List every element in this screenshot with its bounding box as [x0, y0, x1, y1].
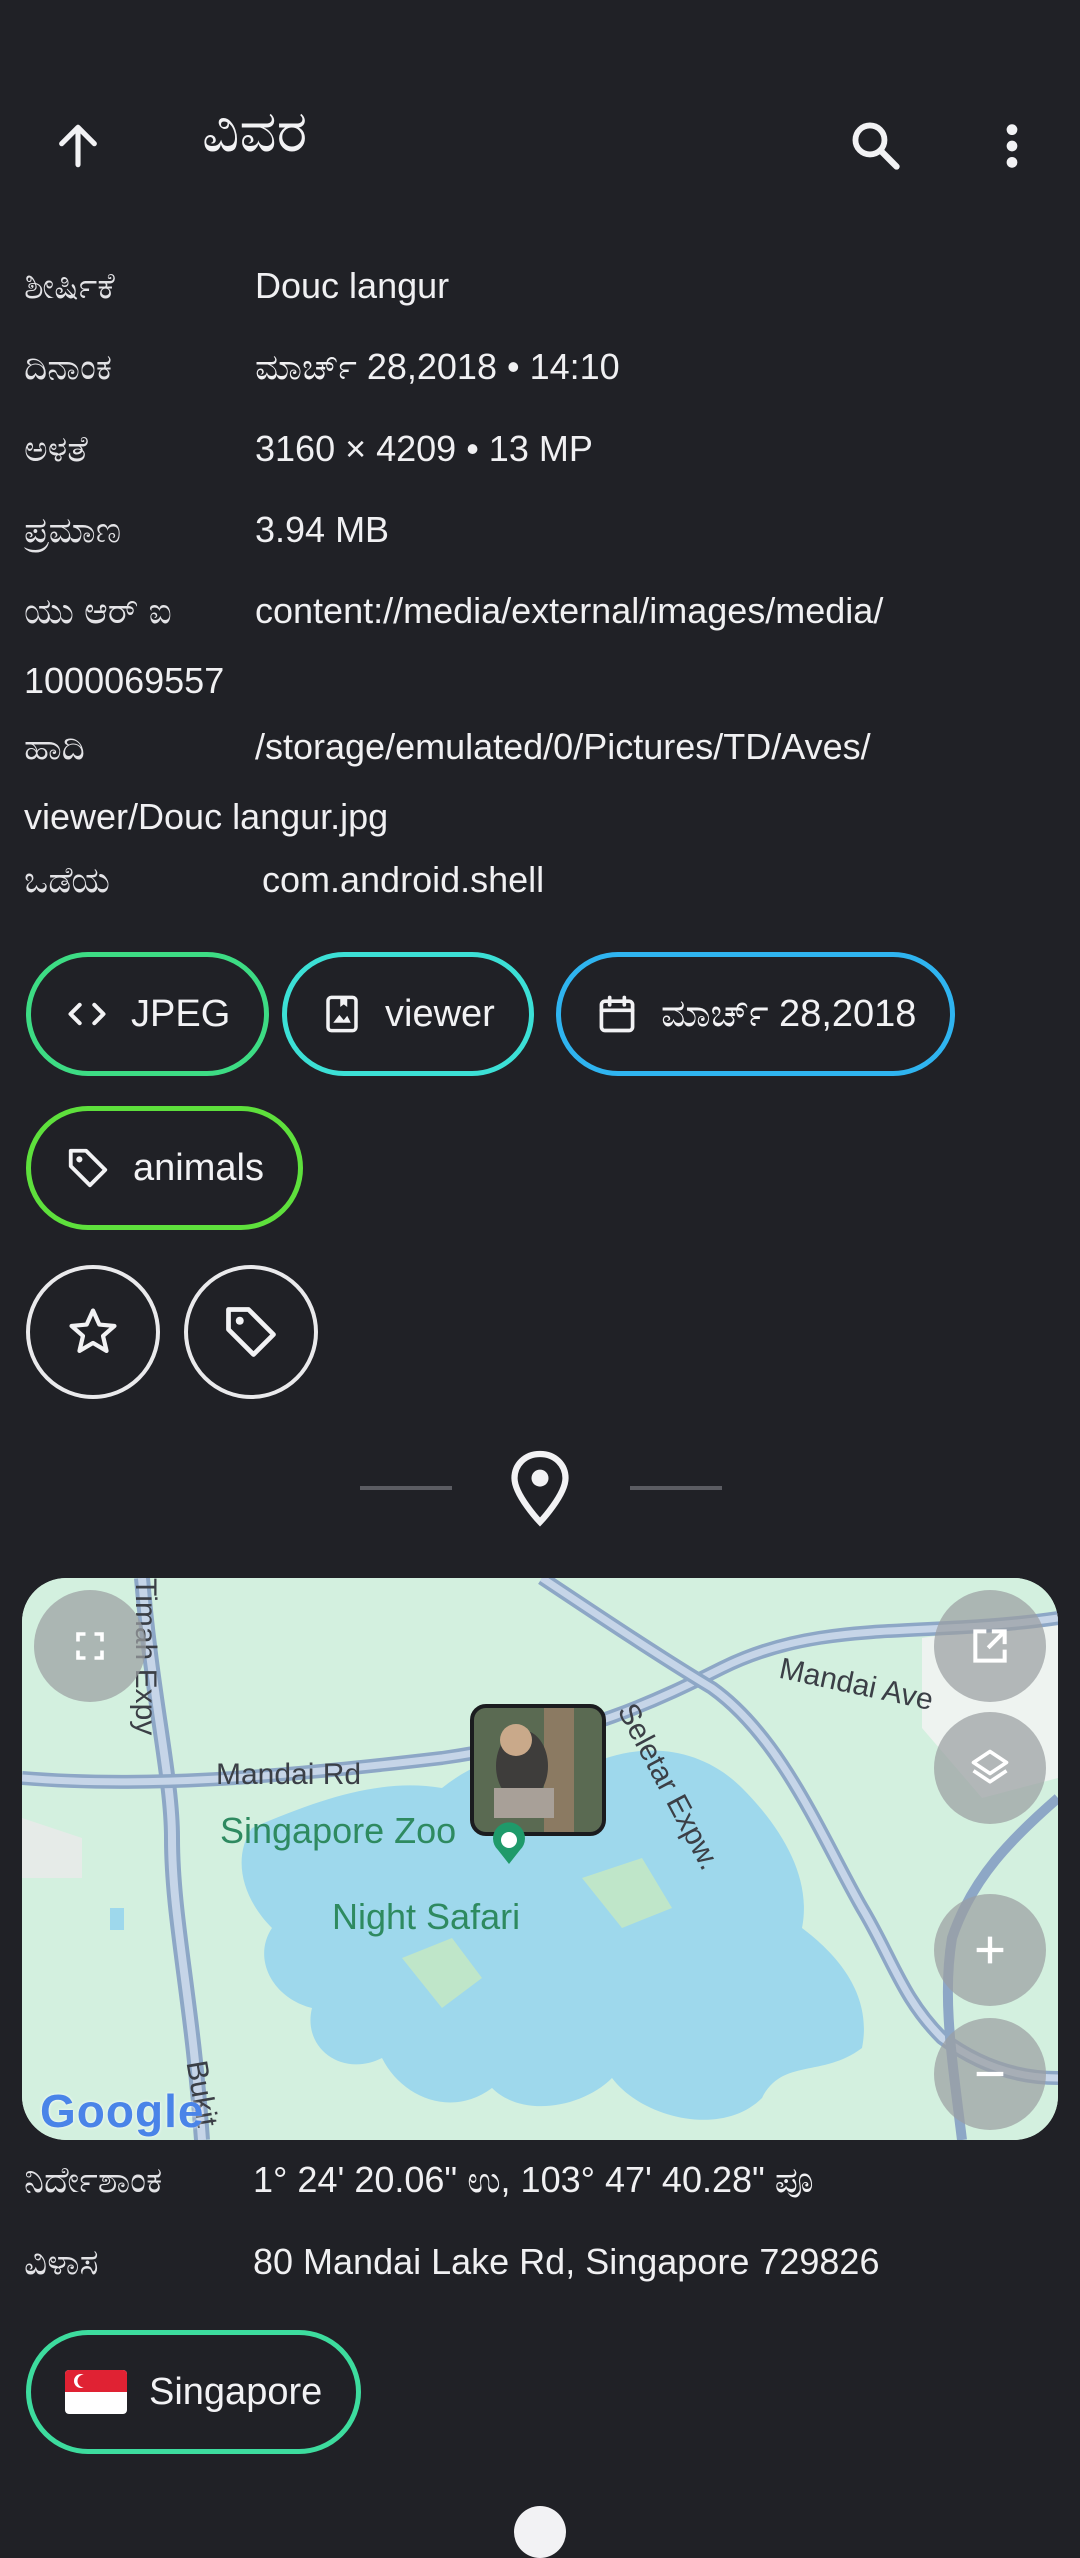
map-zoom-out-button[interactable] [934, 2018, 1046, 2130]
google-logo: Google [40, 2085, 205, 2137]
detail-label: ಪ್ರಮಾಣ [24, 509, 122, 550]
detail-label: ಹಾದಿ [24, 726, 85, 767]
page-title: ವಿವರ [202, 99, 308, 164]
section-divider-right [630, 1486, 722, 1490]
map-pin-icon [493, 1822, 525, 1864]
photo-marker[interactable] [470, 1704, 606, 1836]
detail-value: com.android.shell [262, 859, 545, 900]
photo-thumbnail-icon [474, 1708, 602, 1832]
detail-label: ದಿನಾಂಕ [24, 346, 113, 387]
location-label: ವಿಳಾಸ [24, 2241, 99, 2282]
detail-label: ಯು ಆರ್ ಐ [24, 590, 172, 631]
chip-label: Singapore [149, 2370, 323, 2413]
code-icon [68, 1002, 106, 1026]
chip-label: viewer [385, 992, 495, 1035]
chip-label: animals [133, 1146, 264, 1189]
calendar-icon [599, 995, 635, 1033]
chip-tag[interactable]: animals [26, 1106, 303, 1230]
bottom-partial-icon [514, 2506, 566, 2558]
chip-album[interactable]: viewer [282, 952, 534, 1076]
chip-date[interactable]: ಮಾರ್ಚ್ 28,2018 [556, 952, 956, 1076]
detail-value-continued: 1000069557 [24, 660, 225, 701]
map-open-external-button[interactable] [934, 1590, 1046, 1702]
location-value: 1° 24' 20.06" ಉ, 103° 47' 40.28" ಪೂ [253, 2159, 814, 2200]
map-zoom-in-button[interactable] [934, 1894, 1046, 2006]
map-poi-label: Night Safari [332, 1896, 521, 1937]
layers-icon [971, 1749, 1009, 1784]
star-outline-icon [69, 1308, 117, 1353]
map-road-label: Mandai Rd [216, 1758, 362, 1791]
location-label: ನಿರ್ದೇಶಾಂಕ [24, 2159, 163, 2200]
edit-tags-button[interactable] [184, 1265, 318, 1399]
fullscreen-icon [76, 1632, 104, 1660]
section-divider-left [360, 1486, 452, 1490]
detail-value: content://media/external/images/media/ [255, 590, 884, 631]
chip-label: JPEG [131, 992, 231, 1035]
detail-value: 3160 × 4209 • 13 MP [255, 428, 593, 469]
location-pin-icon [511, 1450, 569, 1527]
arrow-up-icon [59, 124, 97, 168]
zoom-in-icon [976, 1936, 1004, 1964]
search-icon [852, 122, 900, 170]
map-layers-button[interactable] [934, 1712, 1046, 1824]
more-options-button[interactable] [964, 98, 1060, 194]
detail-value: Douc langur [255, 265, 450, 306]
detail-label: ಶೀರ್ಷಿಕೆ [24, 265, 115, 306]
flag-singapore-icon [65, 2370, 127, 2414]
tag-icon [68, 1148, 108, 1188]
map-fullscreen-button[interactable] [34, 1590, 146, 1702]
chip-label: ಮಾರ್ಚ್ 28,2018 [661, 992, 917, 1035]
more-vert-icon [1006, 124, 1018, 168]
chip-country[interactable]: Singapore [26, 2330, 362, 2454]
detail-value: /storage/emulated/0/Pictures/TD/Aves/ [255, 726, 871, 767]
back-button[interactable] [30, 98, 126, 194]
detail-label: ಅಳತೆ [24, 428, 88, 469]
search-button[interactable] [828, 98, 924, 194]
map-poi-label: Singapore Zoo [220, 1810, 457, 1851]
detail-value: ಮಾರ್ಚ್ 28,2018 • 14:10 [255, 346, 620, 387]
open-external-icon [973, 1629, 1007, 1663]
zoom-out-icon [976, 2071, 1004, 2077]
photo-album-icon [326, 995, 358, 1033]
location-value: 80 Mandai Lake Rd, Singapore 729826 [253, 2241, 880, 2282]
detail-value-continued: viewer/Douc langur.jpg [24, 796, 389, 837]
detail-label: ಒಡೆಯ [24, 859, 110, 900]
location-map[interactable]: Mandai Rd Mandai Ave Seletar Expw. Timah… [22, 1578, 1058, 2140]
map-background [22, 1578, 1058, 2140]
favorite-button[interactable] [26, 1265, 160, 1399]
tag-outline-icon [226, 1307, 276, 1357]
chip-mime-type[interactable]: JPEG [26, 952, 270, 1076]
detail-value: 3.94 MB [255, 509, 390, 550]
